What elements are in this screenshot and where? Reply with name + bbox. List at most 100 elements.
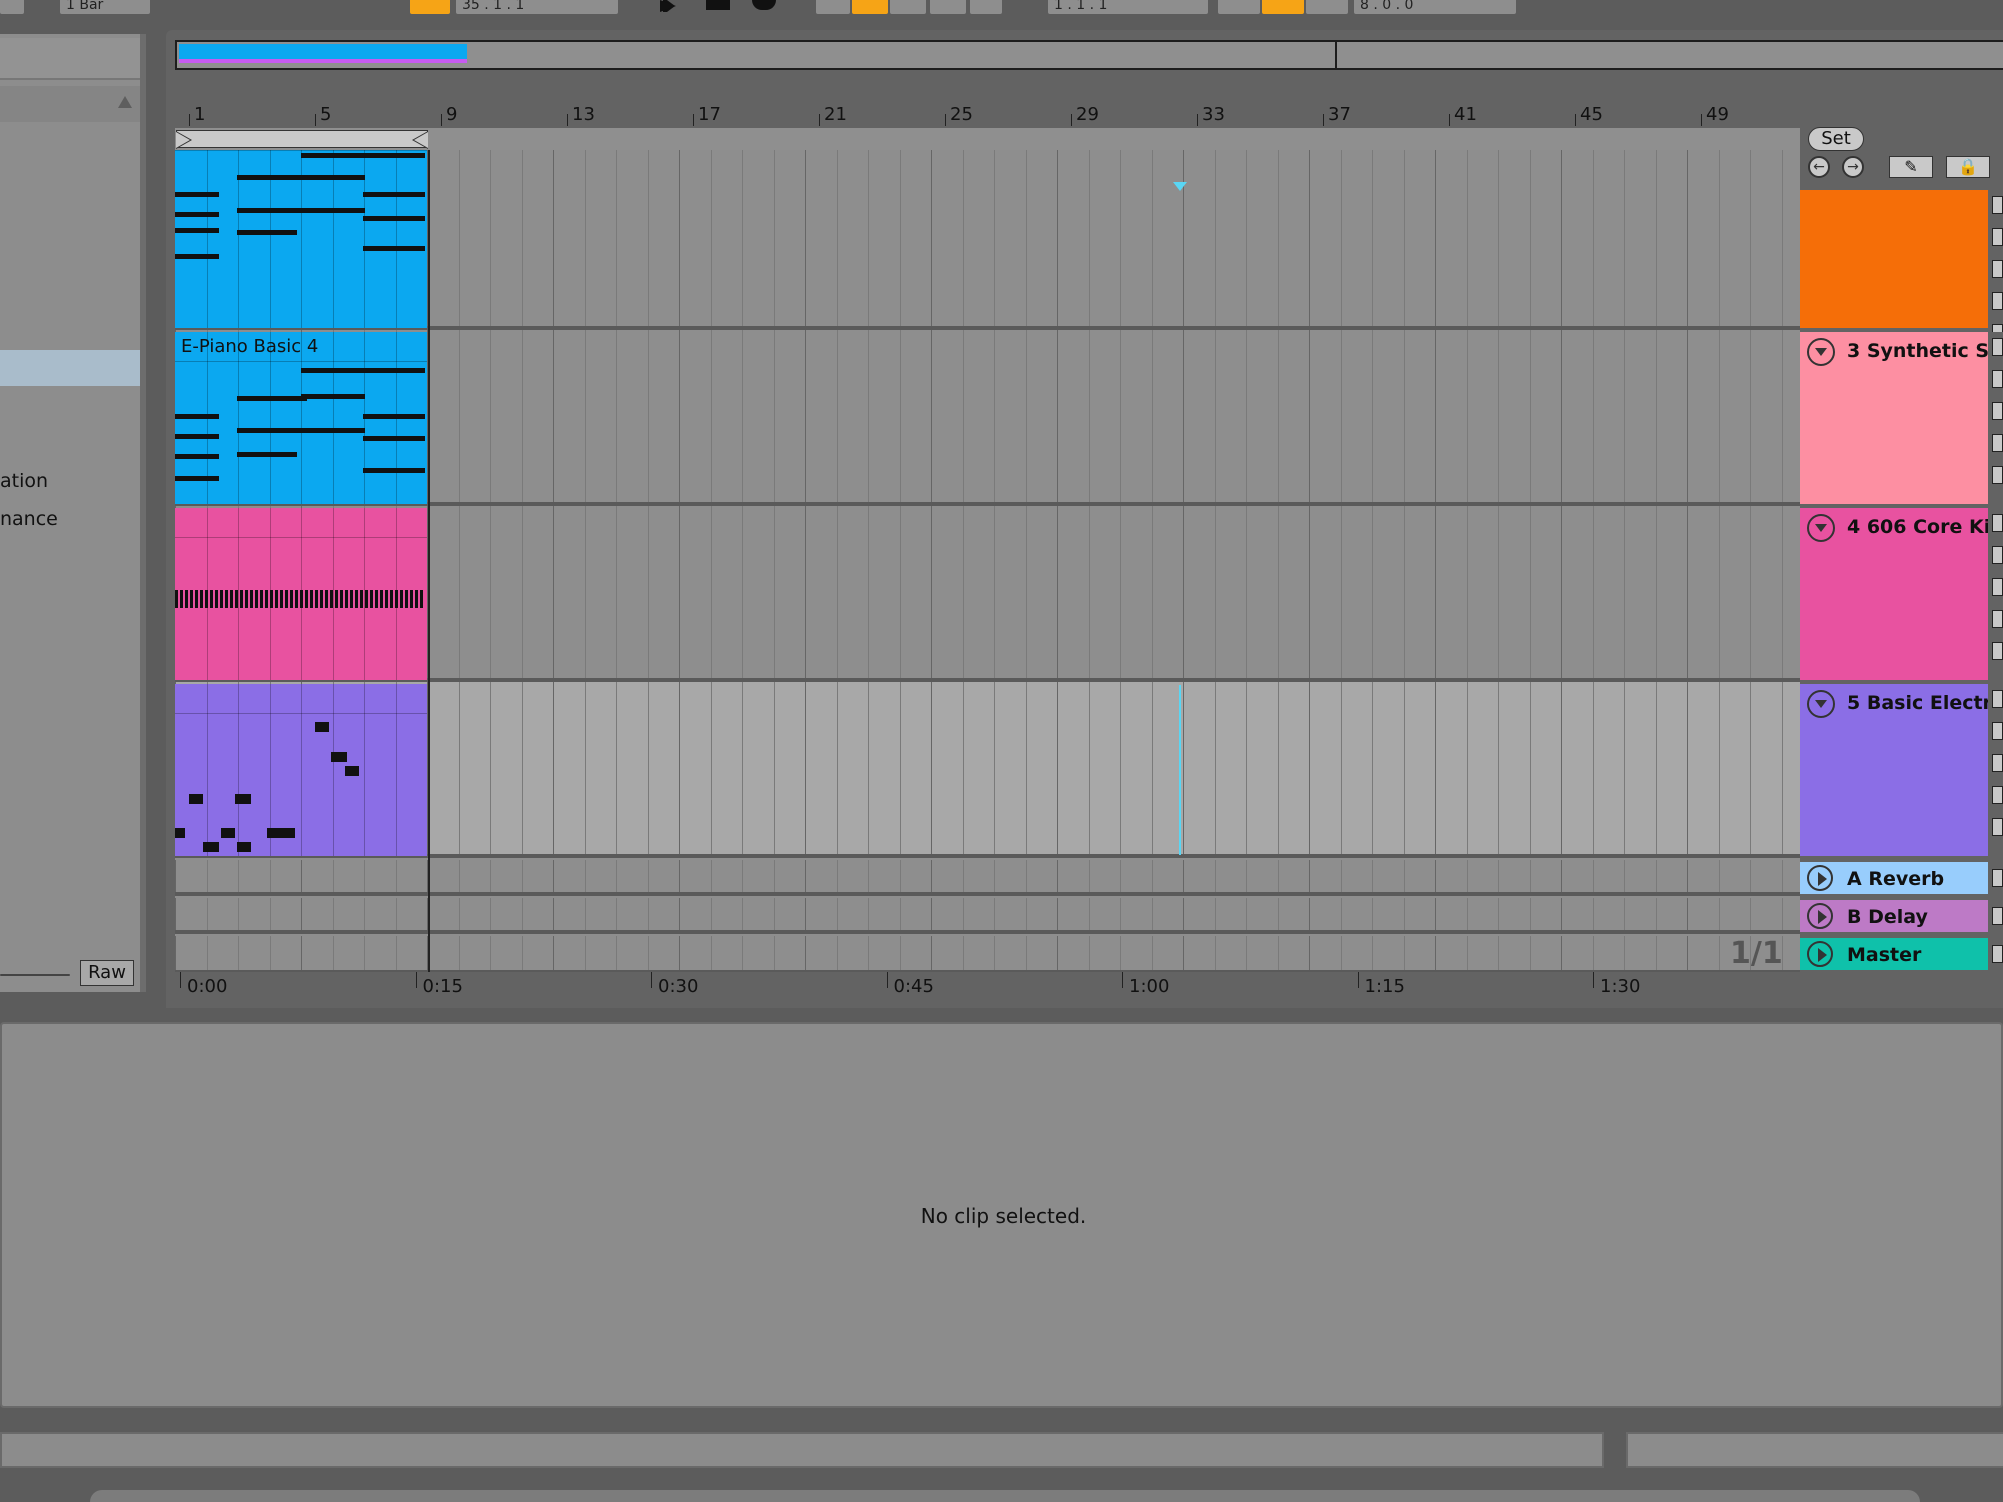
- midi-note[interactable]: [175, 476, 219, 481]
- midi-note[interactable]: [237, 428, 307, 433]
- midi-note[interactable]: [237, 452, 297, 457]
- track-control-button[interactable]: [1992, 402, 2003, 420]
- track-header[interactable]: 4 606 Core Ki: [1800, 508, 1988, 680]
- track-control-button[interactable]: [1992, 370, 2003, 388]
- drum-hit[interactable]: [295, 590, 298, 608]
- drum-hit[interactable]: [345, 590, 348, 608]
- midi-note[interactable]: [301, 208, 365, 213]
- midi-note[interactable]: [363, 192, 425, 197]
- track-header[interactable]: Master: [1800, 938, 1988, 970]
- track-expand-icon[interactable]: [1807, 903, 1833, 929]
- track-header[interactable]: A Reverb: [1800, 862, 1988, 894]
- drum-hit[interactable]: [290, 590, 293, 608]
- midi-note[interactable]: [301, 394, 365, 399]
- track-control-button[interactable]: [1992, 722, 2003, 740]
- midi-note[interactable]: [363, 468, 425, 473]
- stop-icon[interactable]: [706, 0, 730, 10]
- midi-note[interactable]: [203, 842, 219, 852]
- midi-note[interactable]: [363, 153, 425, 158]
- drum-hit[interactable]: [265, 590, 268, 608]
- track-control-button[interactable]: [1992, 514, 2003, 532]
- drum-hit[interactable]: [410, 590, 413, 608]
- time-ruler[interactable]: 0:00 0:15 0:30 0:45 1:00 1:15 1:30: [174, 972, 1800, 1008]
- drum-hit[interactable]: [280, 590, 283, 608]
- midi-note[interactable]: [175, 454, 219, 459]
- midi-note[interactable]: [189, 794, 203, 804]
- drum-hit[interactable]: [220, 590, 223, 608]
- punch-in-button[interactable]: [1218, 0, 1260, 14]
- drum-hit[interactable]: [320, 590, 323, 608]
- arrangement-lane[interactable]: [175, 898, 1800, 932]
- drum-hit[interactable]: [390, 590, 393, 608]
- track-fold-icon[interactable]: [1807, 690, 1835, 718]
- track-name[interactable]: 4 606 Core Ki: [1847, 516, 1988, 538]
- position-display[interactable]: 35 . 1 . 1: [456, 0, 618, 14]
- arrangement-clip[interactable]: [175, 150, 427, 328]
- midi-note[interactable]: [221, 828, 235, 838]
- status-track-selector[interactable]: [1626, 1432, 2003, 1468]
- drum-hit[interactable]: [300, 590, 303, 608]
- track-control-button[interactable]: [1992, 434, 2003, 452]
- drum-hit[interactable]: [255, 590, 258, 608]
- drum-hit[interactable]: [375, 590, 378, 608]
- track-control-button[interactable]: [1992, 292, 2003, 310]
- browser-item[interactable]: nance: [0, 508, 58, 530]
- midi-note[interactable]: [345, 766, 359, 776]
- drum-hit[interactable]: [420, 590, 423, 608]
- arrangement-lane[interactable]: [175, 936, 1800, 972]
- automation-arm-button[interactable]: [852, 0, 888, 14]
- drum-hit[interactable]: [180, 590, 183, 608]
- drum-hit[interactable]: [240, 590, 243, 608]
- drum-hit[interactable]: [215, 590, 218, 608]
- drum-hit[interactable]: [385, 590, 388, 608]
- midi-note[interactable]: [363, 246, 425, 251]
- loop-brace[interactable]: [176, 130, 428, 149]
- drum-hit[interactable]: [340, 590, 343, 608]
- drum-hit[interactable]: [205, 590, 208, 608]
- track-control-button[interactable]: [1992, 869, 2003, 887]
- arrangement-overview[interactable]: [175, 40, 2003, 70]
- midi-note[interactable]: [175, 828, 185, 838]
- loop-length-display[interactable]: 8 . 0 . 0: [1354, 0, 1516, 14]
- drum-hit[interactable]: [210, 590, 213, 608]
- drum-hit[interactable]: [370, 590, 373, 608]
- track-name[interactable]: Master: [1847, 944, 1921, 966]
- drum-hit[interactable]: [405, 590, 408, 608]
- drum-hit[interactable]: [310, 590, 313, 608]
- drum-hit[interactable]: [190, 590, 193, 608]
- midi-note[interactable]: [315, 722, 329, 732]
- midi-note[interactable]: [301, 428, 365, 433]
- drum-hit[interactable]: [275, 590, 278, 608]
- track-control-button[interactable]: [1992, 610, 2003, 628]
- midi-note[interactable]: [301, 368, 371, 373]
- track-control-button[interactable]: [1992, 466, 2003, 484]
- track-control-button[interactable]: [1992, 754, 2003, 772]
- drum-hit[interactable]: [305, 590, 308, 608]
- arrangement-clip[interactable]: [175, 508, 427, 680]
- punch-out-button[interactable]: [1306, 0, 1348, 14]
- midi-note[interactable]: [237, 230, 297, 235]
- track-name[interactable]: 3 Synthetic S: [1847, 340, 1988, 362]
- drum-hit[interactable]: [195, 590, 198, 608]
- drum-hit[interactable]: [350, 590, 353, 608]
- next-locator-icon[interactable]: →: [1842, 156, 1864, 178]
- track-name[interactable]: A Reverb: [1847, 868, 1944, 890]
- loop-switch-button[interactable]: [1262, 0, 1304, 14]
- browser-header[interactable]: [0, 38, 140, 80]
- play-icon[interactable]: [658, 0, 680, 12]
- drum-hit[interactable]: [365, 590, 368, 608]
- track-header[interactable]: 5 Basic Electr: [1800, 684, 1988, 856]
- midi-note[interactable]: [331, 752, 347, 762]
- drum-hit[interactable]: [330, 590, 333, 608]
- track-name[interactable]: 5 Basic Electr: [1847, 692, 1988, 714]
- midi-note[interactable]: [175, 254, 219, 259]
- track-control-button[interactable]: [1992, 260, 2003, 278]
- track-header[interactable]: [1800, 190, 1988, 328]
- midi-note[interactable]: [237, 396, 307, 401]
- previous-locator-icon[interactable]: ←: [1808, 156, 1830, 178]
- arrangement-lane[interactable]: [175, 860, 1800, 894]
- drum-hit[interactable]: [335, 590, 338, 608]
- drum-hit[interactable]: [400, 590, 403, 608]
- track-control-button[interactable]: [1992, 228, 2003, 246]
- drum-hit[interactable]: [225, 590, 228, 608]
